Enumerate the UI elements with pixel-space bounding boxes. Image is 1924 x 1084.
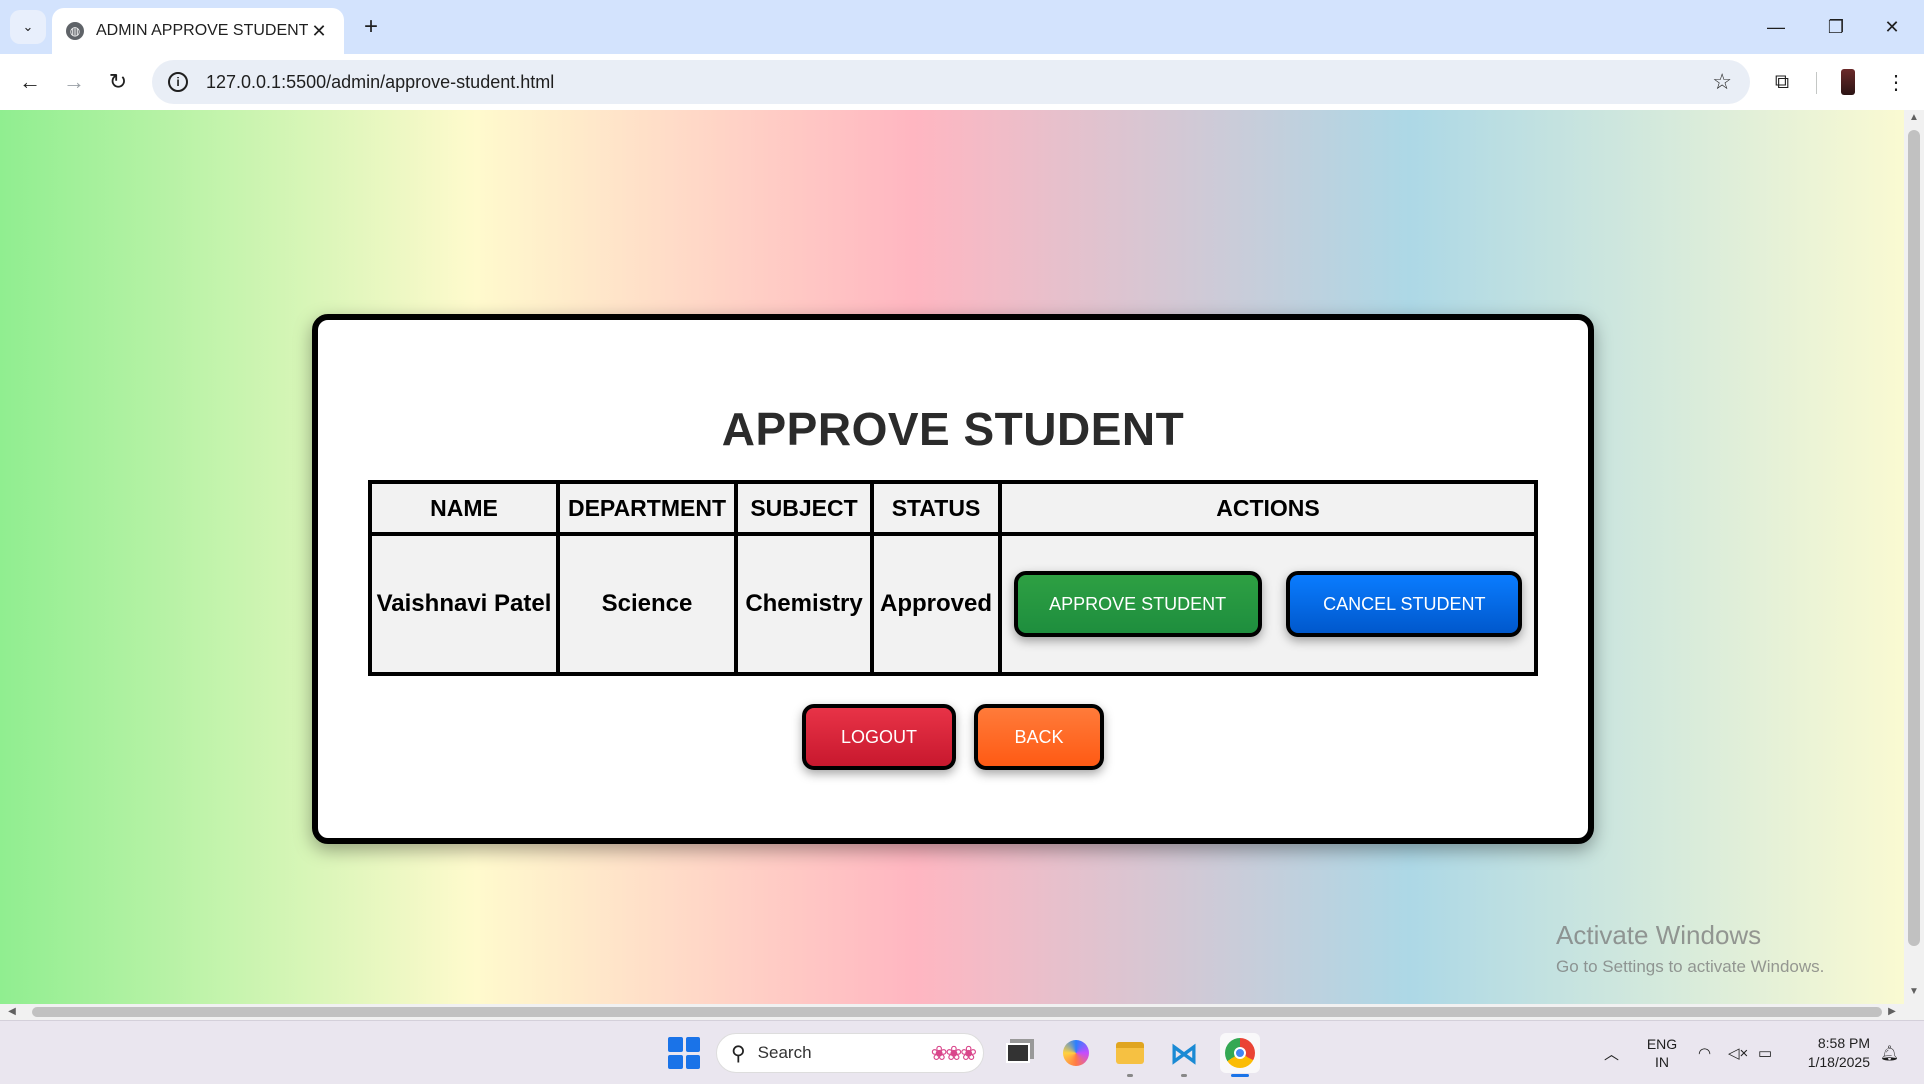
url-text[interactable]: 127.0.0.1:5500/admin/approve-student.htm… bbox=[206, 72, 1712, 93]
task-view-icon[interactable] bbox=[998, 1033, 1038, 1073]
header-actions: ACTIONS bbox=[998, 480, 1538, 536]
horizontal-scrollbar[interactable]: ◀ ▶ bbox=[0, 1004, 1904, 1020]
globe-icon: ◍ bbox=[66, 22, 84, 40]
browser-tab-bar: ⌄ ◍ ADMIN APPROVE STUDENT ✕ + — ❐ ✕ bbox=[0, 0, 1924, 54]
windows-taskbar: ⚲ Search ❀❀❀ ⋈ ︿ ENG IN ◠ ◁× ▭ 8:58 PM 1… bbox=[0, 1020, 1924, 1084]
new-tab-button[interactable]: + bbox=[356, 12, 386, 42]
extensions-icon[interactable]: ⧉ bbox=[1764, 64, 1800, 100]
volume-muted-icon[interactable]: ◁× bbox=[1728, 1021, 1748, 1084]
close-icon[interactable]: ✕ bbox=[308, 21, 330, 42]
header-subject: SUBJECT bbox=[734, 480, 874, 536]
show-hidden-icons-chevron-icon[interactable]: ︿ bbox=[1604, 1021, 1619, 1084]
back-button[interactable]: BACK bbox=[974, 704, 1104, 770]
header-name: NAME bbox=[368, 480, 560, 536]
scroll-up-icon[interactable]: ▲ bbox=[1904, 112, 1924, 128]
vertical-scrollbar[interactable]: ▲ ▼ bbox=[1904, 110, 1924, 1020]
wifi-icon[interactable]: ◠ bbox=[1698, 1021, 1711, 1084]
tab-title: ADMIN APPROVE STUDENT bbox=[96, 22, 308, 39]
site-info-icon[interactable]: i bbox=[168, 72, 188, 92]
bottom-button-group: LOGOUT BACK bbox=[318, 704, 1588, 770]
cell-department: Science bbox=[556, 532, 738, 676]
forward-arrow-icon[interactable]: → bbox=[56, 64, 92, 100]
page-title: APPROVE STUDENT bbox=[721, 403, 1185, 455]
header-department: DEPARTMENT bbox=[556, 480, 738, 536]
watermark-subtitle: Go to Settings to activate Windows. bbox=[1556, 957, 1825, 976]
cancel-student-button[interactable]: CANCEL STUDENT bbox=[1286, 571, 1523, 637]
vscode-icon[interactable]: ⋈ bbox=[1164, 1033, 1204, 1077]
page-viewport: APPROVE STUDENT NAME DEPARTMENT SUBJECT … bbox=[0, 110, 1904, 1004]
address-bar[interactable]: i 127.0.0.1:5500/admin/approve-student.h… bbox=[152, 60, 1750, 104]
tab-search-button[interactable]: ⌄ bbox=[10, 10, 46, 44]
profile-avatar[interactable] bbox=[1830, 64, 1866, 100]
battery-icon[interactable]: ▭ bbox=[1758, 1021, 1772, 1084]
cell-status: Approved bbox=[870, 532, 1002, 676]
close-window-button[interactable]: ✕ bbox=[1864, 8, 1920, 46]
language-region: IN bbox=[1655, 1054, 1669, 1070]
restore-button[interactable]: ❐ bbox=[1808, 8, 1864, 46]
bookmark-star-icon[interactable]: ☆ bbox=[1712, 69, 1732, 95]
cell-actions: APPROVE STUDENT CANCEL STUDENT bbox=[998, 532, 1538, 676]
language-indicator[interactable]: ENG IN bbox=[1644, 1021, 1680, 1084]
watermark-title: Activate Windows bbox=[1556, 920, 1762, 950]
taskbar-search[interactable]: ⚲ Search ❀❀❀ bbox=[716, 1033, 984, 1073]
chrome-icon[interactable] bbox=[1220, 1033, 1260, 1077]
table-header-row: NAME DEPARTMENT SUBJECT STATUS ACTIONS bbox=[368, 480, 1538, 536]
notification-bell-icon[interactable]: 🔔︎ bbox=[1880, 1021, 1899, 1084]
students-table: NAME DEPARTMENT SUBJECT STATUS ACTIONS V… bbox=[368, 480, 1538, 676]
vertical-scroll-thumb[interactable] bbox=[1908, 130, 1920, 946]
clock-date: 1/18/2025 bbox=[1807, 1054, 1870, 1070]
toolbar-divider bbox=[1816, 72, 1817, 94]
minimize-button[interactable]: — bbox=[1748, 8, 1804, 46]
system-clock[interactable]: 8:58 PM 1/18/2025 bbox=[1798, 1021, 1870, 1084]
taskbar-search-placeholder: Search bbox=[757, 1043, 812, 1062]
scroll-down-icon[interactable]: ▼ bbox=[1904, 986, 1924, 1002]
chevron-down-icon: ⌄ bbox=[22, 19, 34, 34]
browser-toolbar: ← → ↻ i 127.0.0.1:5500/admin/approve-stu… bbox=[0, 54, 1924, 110]
approve-student-button[interactable]: APPROVE STUDENT bbox=[1013, 571, 1262, 637]
language-code: ENG bbox=[1646, 1036, 1678, 1052]
cell-name: Vaishnavi Patel bbox=[368, 532, 560, 676]
clock-time: 8:58 PM bbox=[1817, 1035, 1870, 1051]
scroll-right-icon[interactable]: ▶ bbox=[1884, 1004, 1900, 1020]
cell-subject: Chemistry bbox=[734, 532, 874, 676]
copilot-icon[interactable] bbox=[1056, 1033, 1096, 1073]
header-status: STATUS bbox=[870, 480, 1002, 536]
browser-tab[interactable]: ◍ ADMIN APPROVE STUDENT ✕ bbox=[52, 8, 344, 54]
menu-kebab-icon[interactable]: ⋮ bbox=[1878, 64, 1914, 100]
back-arrow-icon[interactable]: ← bbox=[12, 64, 48, 100]
search-icon: ⚲ bbox=[731, 1042, 746, 1065]
logout-button[interactable]: LOGOUT bbox=[802, 704, 956, 770]
reload-icon[interactable]: ↻ bbox=[100, 64, 136, 100]
file-explorer-icon[interactable] bbox=[1110, 1033, 1150, 1077]
approve-student-card: APPROVE STUDENT NAME DEPARTMENT SUBJECT … bbox=[312, 314, 1594, 844]
scroll-left-icon[interactable]: ◀ bbox=[4, 1004, 20, 1020]
tulips-icon: ❀❀❀ bbox=[930, 1042, 977, 1065]
windows-start-icon[interactable] bbox=[668, 1037, 700, 1069]
table-row: Vaishnavi Patel Science Chemistry Approv… bbox=[368, 532, 1538, 676]
activate-windows-watermark: Activate Windows Go to Settings to activ… bbox=[1556, 920, 1824, 977]
horizontal-scroll-thumb[interactable] bbox=[32, 1007, 1882, 1017]
